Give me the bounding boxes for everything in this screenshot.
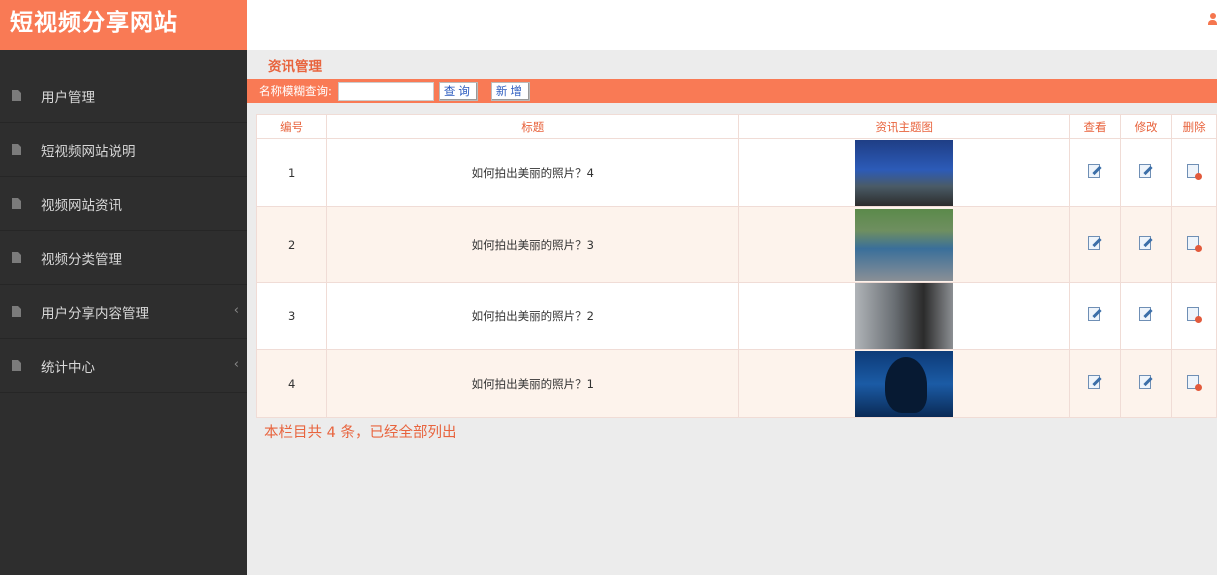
sidebar: 用户管理 短视频网站说明 视频网站资讯 视频分类管理 用户分享内容管理 ‹ 统计… [0, 50, 247, 575]
page-title: 资讯管理 [268, 59, 322, 75]
document-icon [12, 90, 21, 101]
search-label: 名称模糊查询: [259, 84, 332, 98]
view-icon[interactable] [1087, 163, 1103, 180]
delete-icon[interactable] [1186, 374, 1202, 391]
sidebar-item-label: 视频分类管理 [41, 251, 122, 268]
table-row: 1 如何拍出美丽的照片？4 [255, 138, 1217, 207]
column-header-edit: 修改 [1119, 114, 1173, 139]
table-row: 4 如何拍出美丽的照片？1 [255, 349, 1217, 418]
add-button[interactable]: 新增 [490, 81, 530, 101]
delete-icon[interactable] [1186, 235, 1202, 252]
news-thumbnail [855, 283, 954, 349]
top-bar [247, 0, 1217, 50]
row-title: 如何拍出美丽的照片？3 [326, 206, 740, 283]
sidebar-item-label: 统计中心 [41, 359, 95, 376]
document-icon [12, 144, 21, 155]
chevron-left-icon: ‹ [233, 357, 239, 372]
sidebar-item-site-description[interactable]: 短视频网站说明 [0, 123, 247, 177]
edit-icon[interactable] [1138, 374, 1154, 391]
column-header-view: 查看 [1069, 114, 1121, 139]
column-header-delete: 删除 [1171, 114, 1217, 139]
sidebar-item-site-news[interactable]: 视频网站资讯 [0, 177, 247, 231]
row-title: 如何拍出美丽的照片？2 [326, 282, 740, 350]
edit-icon[interactable] [1138, 235, 1154, 252]
row-id: 1 [255, 138, 328, 207]
news-table: 编号 标题 资讯主题图 查看 修改 删除 1 如何拍出美丽的照片？4 2 如何拍… [255, 114, 1217, 418]
view-icon[interactable] [1087, 306, 1103, 323]
table-row: 2 如何拍出美丽的照片？3 [255, 206, 1217, 283]
sidebar-item-label: 用户管理 [41, 89, 95, 106]
column-header-image: 资讯主题图 [738, 114, 1071, 139]
table-header-row: 编号 标题 资讯主题图 查看 修改 删除 [255, 114, 1217, 139]
document-icon [12, 306, 21, 317]
news-thumbnail [855, 350, 954, 417]
column-header-title: 标题 [326, 114, 740, 139]
document-icon [12, 198, 21, 209]
delete-icon[interactable] [1186, 163, 1202, 180]
row-id: 4 [255, 349, 328, 418]
news-thumbnail [855, 139, 954, 206]
query-button[interactable]: 查询 [438, 81, 478, 101]
edit-icon[interactable] [1138, 306, 1154, 323]
news-thumbnail [855, 208, 954, 281]
row-id: 2 [255, 206, 328, 283]
delete-icon[interactable] [1186, 306, 1202, 323]
row-id: 3 [255, 282, 328, 350]
row-title: 如何拍出美丽的照片？1 [326, 349, 740, 418]
user-icon[interactable] [1208, 13, 1217, 27]
document-icon [12, 360, 21, 371]
search-input[interactable] [337, 81, 434, 101]
sidebar-item-label: 短视频网站说明 [41, 143, 136, 160]
column-header-id: 编号 [255, 114, 328, 139]
table-row: 3 如何拍出美丽的照片？2 [255, 282, 1217, 350]
sidebar-item-statistics[interactable]: 统计中心 ‹ [0, 339, 247, 393]
view-icon[interactable] [1087, 235, 1103, 252]
row-title: 如何拍出美丽的照片？4 [326, 138, 740, 207]
view-icon[interactable] [1087, 374, 1103, 391]
sidebar-item-label: 视频网站资讯 [41, 197, 122, 214]
edit-icon[interactable] [1138, 163, 1154, 180]
sidebar-item-user-management[interactable]: 用户管理 [0, 69, 247, 123]
sidebar-item-label: 用户分享内容管理 [41, 305, 149, 322]
sidebar-item-category-management[interactable]: 视频分类管理 [0, 231, 247, 285]
chevron-left-icon: ‹ [233, 303, 239, 318]
search-bar: 名称模糊查询: 查询 新增 [247, 79, 1217, 103]
list-summary: 本栏目共 4 条，已经全部列出 [264, 425, 457, 441]
document-icon [12, 252, 21, 263]
site-logo: 短视频分享网站 [0, 0, 247, 50]
sidebar-item-user-share-management[interactable]: 用户分享内容管理 ‹ [0, 285, 247, 339]
